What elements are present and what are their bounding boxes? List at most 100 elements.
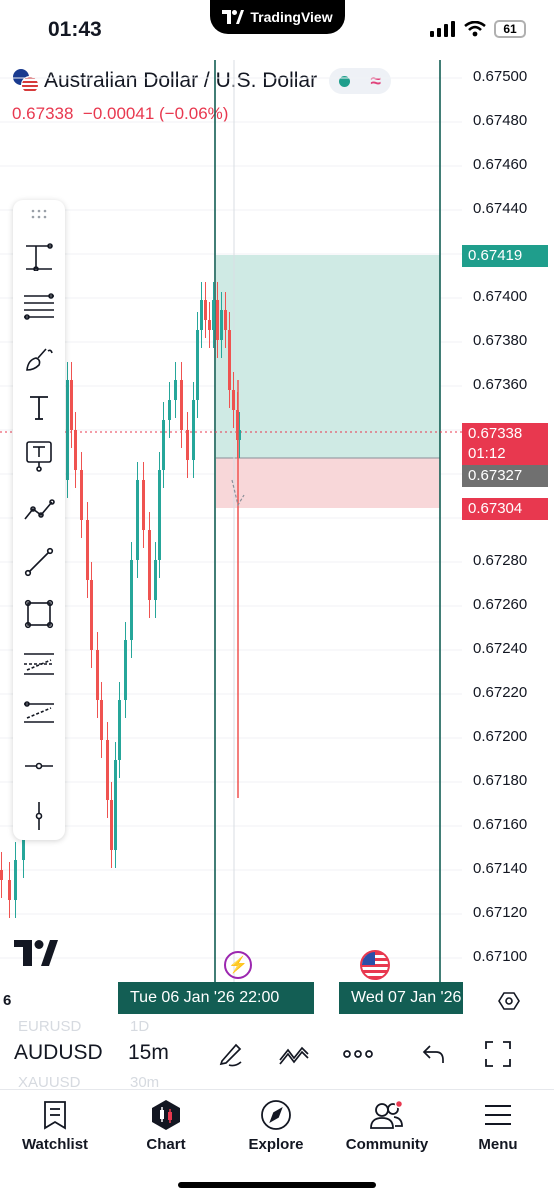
draw-button[interactable] [215,1038,247,1070]
nav-chart[interactable]: Chart [116,1098,216,1153]
tradingview-watermark-icon [14,940,58,966]
watchlist-icon [44,1101,66,1130]
candle-body [14,860,17,900]
candle-body [0,870,3,880]
nav-explore[interactable]: Explore [226,1098,326,1153]
chart-icon [152,1100,180,1130]
entry-price-tag[interactable]: 0.67327 [462,465,548,487]
candle-body [158,470,161,560]
fullscreen-button[interactable] [482,1038,514,1070]
candle-body [200,300,203,330]
fullscreen-icon [485,1041,511,1067]
price-axis-label: 0.67240 [473,640,528,657]
chart-settings-icon[interactable] [498,990,520,1012]
target-price-tag[interactable]: 0.67419 [462,245,548,267]
candle-body [70,380,73,430]
candle-body [74,430,77,470]
tradingview-logo-icon [222,10,245,24]
last-price-tag-value: 0.67338 [468,425,523,442]
price-axis-label: 0.67160 [473,816,528,833]
fib-retracement-tool[interactable] [23,290,55,322]
channel-icon [24,701,54,723]
lightning-event-icon[interactable]: ⚡ [224,951,252,979]
undo-icon [422,1045,444,1063]
drawing-toolbar[interactable] [13,200,65,840]
nav-community[interactable]: Community [337,1098,437,1153]
time-axis-partial: 6 [3,992,12,1009]
candle-body [114,760,117,850]
anchored-text-tool[interactable] [23,440,55,472]
candle-body [228,330,231,390]
symbol-selector[interactable]: AUDUSD [14,1041,114,1065]
candle-body [212,300,215,330]
community-icon [370,1100,404,1129]
candle-body [142,480,145,530]
candle-body [196,330,199,400]
price-axis-label: 0.67100 [473,948,528,965]
candle-body [208,320,211,330]
drag-handle-icon[interactable] [30,208,48,220]
rectangle-tool[interactable] [23,598,55,630]
horizontal-line-tool[interactable] [23,750,55,782]
status-icons: 61 [430,20,526,38]
wifi-icon [464,21,486,37]
candle-body [154,560,157,600]
price-axis-label: 0.67500 [473,68,528,85]
candle-body [118,700,121,760]
nav-label: Watchlist [21,1136,89,1153]
candle-body [186,430,189,460]
candle-body [66,380,69,480]
trendline-tool[interactable] [23,546,55,578]
brush-icon [26,348,53,371]
undo-button[interactable] [418,1038,450,1070]
pattern-tool[interactable] [23,494,55,526]
candle-body [8,880,11,900]
pen-icon [219,1043,242,1067]
candle-body [96,650,99,700]
stop-price-tag[interactable]: 0.67304 [462,498,548,520]
last-price-tag[interactable]: 0.67338 01:12 [462,423,548,465]
compass-icon [261,1100,291,1130]
candle-body [106,740,109,800]
time-label-end[interactable]: Wed 07 Jan '26 [339,982,463,1014]
time-label-start[interactable]: Tue 06 Jan '26 22:00 [118,982,314,1014]
nav-label: Community [345,1136,429,1153]
candle-body [100,700,103,740]
interval-selector[interactable]: 15m [128,1041,169,1065]
nav-watchlist[interactable]: Watchlist [5,1098,105,1153]
long-position-icon [26,243,53,271]
text-tool[interactable] [23,392,55,424]
vertical-line-tool[interactable] [23,800,55,832]
regression-tool[interactable] [23,648,55,680]
channel-tool[interactable] [23,698,55,730]
candle-body [180,380,183,430]
profit-zone [216,255,440,458]
more-button[interactable] [342,1038,374,1070]
candle-body [110,800,113,850]
nav-menu[interactable]: Menu [448,1098,548,1153]
indicators-icon [279,1046,309,1065]
candle-body [232,390,235,410]
price-axis-label: 0.67360 [473,376,528,393]
indicators-button[interactable] [278,1038,310,1070]
price-axis-label: 0.67140 [473,860,528,877]
brush-tool[interactable] [23,342,55,374]
loss-zone [216,458,440,508]
long-position-tool[interactable] [23,240,55,272]
status-time: 01:43 [48,18,102,41]
price-axis-label: 0.67460 [473,156,528,173]
home-indicator [178,1182,376,1188]
price-axis-label: 0.67260 [473,596,528,613]
dynamic-island: TradingView [210,0,345,34]
candle-body [136,480,139,560]
price-axis-label: 0.67480 [473,112,528,129]
vertical-line-icon [35,802,43,830]
us-flag-event-icon[interactable] [360,950,390,980]
fib-lines-icon [24,293,54,320]
candle-body [130,560,133,640]
island-brand: TradingView [250,9,333,25]
anchored-text-icon [26,441,52,472]
candle-body [148,530,151,600]
price-axis-label: 0.67400 [473,288,528,305]
price-axis-label: 0.67200 [473,728,528,745]
